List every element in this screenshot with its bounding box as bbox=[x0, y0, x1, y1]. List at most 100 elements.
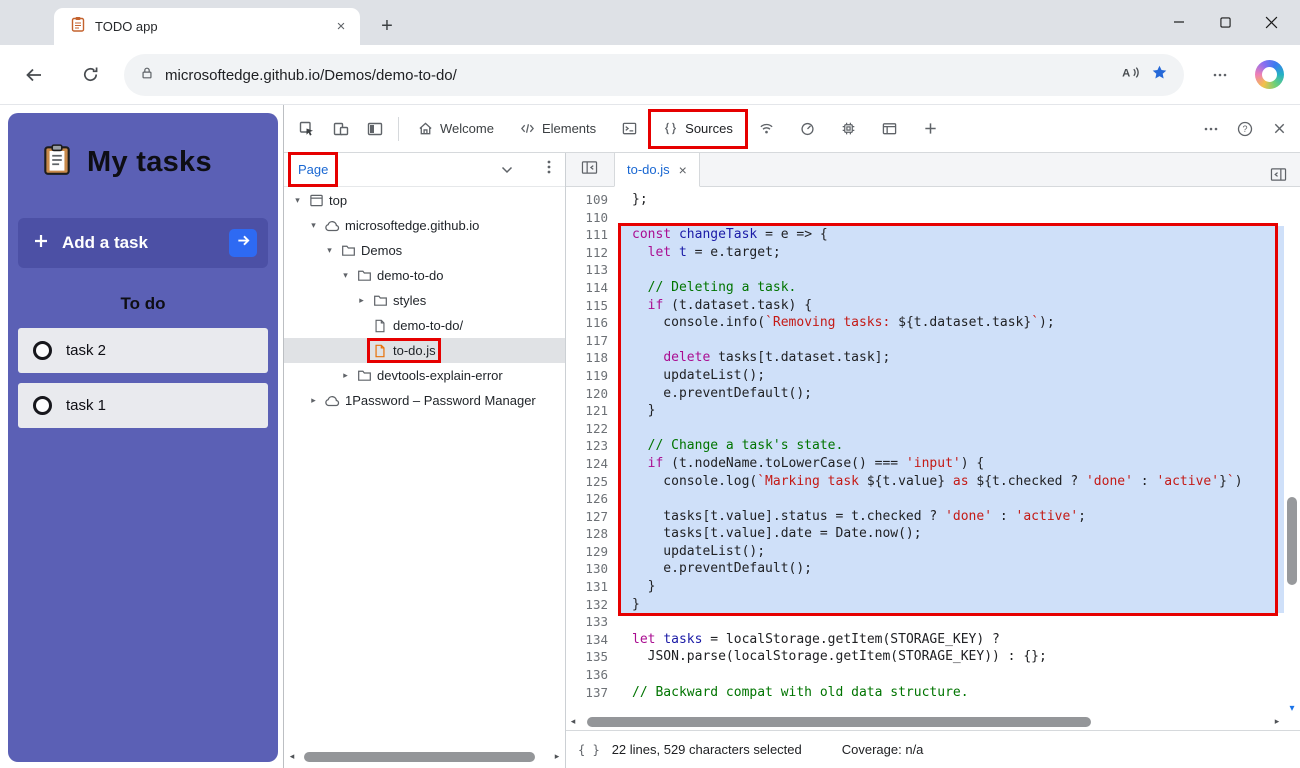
scroll-right-icon[interactable]: ▸ bbox=[552, 752, 562, 762]
chevron-down-icon[interactable] bbox=[501, 166, 513, 174]
kebab-menu-icon[interactable] bbox=[547, 159, 551, 180]
scrollbar-thumb[interactable] bbox=[587, 717, 1091, 727]
code-text[interactable]: } bbox=[620, 596, 1284, 614]
code-text[interactable] bbox=[620, 261, 1284, 279]
code-text[interactable]: let t = e.target; bbox=[620, 244, 1284, 262]
favorite-star-icon[interactable] bbox=[1151, 64, 1168, 86]
line-number[interactable]: 109 bbox=[566, 191, 620, 209]
refresh-icon[interactable] bbox=[81, 65, 100, 89]
copilot-icon[interactable] bbox=[1255, 60, 1284, 89]
code-text[interactable]: tasks[t.value].date = Date.now(); bbox=[620, 525, 1284, 543]
tab-memory[interactable] bbox=[828, 105, 869, 153]
settings-more-icon[interactable] bbox=[1212, 67, 1228, 88]
line-number[interactable]: 128 bbox=[566, 525, 620, 543]
close-devtools-button[interactable] bbox=[1262, 112, 1296, 146]
navigator-horizontal-scrollbar[interactable]: ◂ ▸ bbox=[287, 749, 562, 765]
new-tab-button[interactable]: + bbox=[372, 11, 402, 41]
expander-closed-icon[interactable]: ▸ bbox=[356, 296, 367, 306]
line-number[interactable]: 124 bbox=[566, 455, 620, 473]
code-text[interactable]: console.log(`Marking task ${t.value} as … bbox=[620, 473, 1284, 491]
code-text[interactable] bbox=[620, 613, 1284, 631]
code-text[interactable]: // Deleting a task. bbox=[620, 279, 1284, 297]
tab-sources[interactable]: Sources bbox=[650, 105, 746, 153]
scroll-down-icon[interactable]: ▾ bbox=[1284, 703, 1300, 714]
minimize-button[interactable] bbox=[1156, 0, 1202, 44]
browser-tab[interactable]: TODO app × bbox=[54, 8, 360, 45]
back-icon[interactable] bbox=[24, 65, 44, 90]
code-text[interactable] bbox=[620, 490, 1284, 508]
tab-more-tabs[interactable] bbox=[910, 105, 951, 153]
editor-horizontal-scrollbar[interactable]: ◂ ▸ bbox=[568, 714, 1282, 730]
tree-item-devtools-explain-error[interactable]: ▸devtools-explain-error bbox=[284, 363, 565, 388]
editor-vertical-scrollbar[interactable]: ▾ bbox=[1284, 187, 1300, 714]
scrollbar-thumb[interactable] bbox=[1287, 497, 1297, 585]
inspect-button[interactable] bbox=[290, 112, 324, 146]
scroll-left-icon[interactable]: ◂ bbox=[287, 752, 297, 762]
line-number[interactable]: 119 bbox=[566, 367, 620, 385]
tree-item-top[interactable]: ▾top bbox=[284, 188, 565, 213]
line-number[interactable]: 133 bbox=[566, 613, 620, 631]
line-number[interactable]: 132 bbox=[566, 596, 620, 614]
add-task-submit-button[interactable] bbox=[229, 229, 257, 257]
expander-closed-icon[interactable]: ▸ bbox=[308, 396, 319, 406]
editor-tab-to-do-js[interactable]: to-do.js × bbox=[614, 153, 700, 187]
line-number[interactable]: 115 bbox=[566, 297, 620, 315]
tree-item-demo-to-do[interactable]: ▾demo-to-do bbox=[284, 263, 565, 288]
line-number[interactable]: 123 bbox=[566, 437, 620, 455]
add-task-row[interactable]: Add a task bbox=[18, 218, 268, 268]
line-number[interactable]: 135 bbox=[566, 648, 620, 666]
code-text[interactable]: e.preventDefault(); bbox=[620, 560, 1284, 578]
line-number[interactable]: 110 bbox=[566, 209, 620, 227]
code-text[interactable]: } bbox=[620, 578, 1284, 596]
expander-open-icon[interactable]: ▾ bbox=[308, 221, 319, 231]
close-window-button[interactable] bbox=[1248, 0, 1294, 44]
task-item[interactable]: task 1 bbox=[18, 383, 268, 428]
code-text[interactable]: tasks[t.value].status = t.checked ? 'don… bbox=[620, 508, 1284, 526]
code-text[interactable]: // Backward compat with old data structu… bbox=[620, 684, 1284, 702]
maximize-button[interactable] bbox=[1202, 0, 1248, 44]
expander-closed-icon[interactable]: ▸ bbox=[340, 371, 351, 381]
code-text[interactable] bbox=[620, 209, 1284, 227]
expander-open-icon[interactable]: ▾ bbox=[324, 246, 335, 256]
code-text[interactable]: const changeTask = e => { bbox=[620, 226, 1284, 244]
line-number[interactable]: 134 bbox=[566, 631, 620, 649]
task-checkbox[interactable] bbox=[33, 396, 52, 415]
tree-item-microsoftedge-github-io[interactable]: ▾microsoftedge.github.io bbox=[284, 213, 565, 238]
code-text[interactable]: // Change a task's state. bbox=[620, 437, 1284, 455]
tree-item-demo-to-do[interactable]: demo-to-do/ bbox=[284, 313, 565, 338]
scrollbar-thumb[interactable] bbox=[304, 752, 535, 762]
line-number[interactable]: 136 bbox=[566, 666, 620, 684]
expander-open-icon[interactable]: ▾ bbox=[340, 271, 351, 281]
line-number[interactable]: 129 bbox=[566, 543, 620, 561]
code-text[interactable]: updateList(); bbox=[620, 543, 1284, 561]
code-editor[interactable]: 109};110111const changeTask = e => {112 … bbox=[566, 187, 1284, 714]
tab-network[interactable] bbox=[746, 105, 787, 153]
navigator-tab-page[interactable]: Page bbox=[298, 162, 328, 177]
site-info-icon[interactable] bbox=[140, 66, 154, 85]
line-number[interactable]: 131 bbox=[566, 578, 620, 596]
tree-item-1password-password-manager[interactable]: ▸1Password – Password Manager bbox=[284, 388, 565, 413]
scroll-right-icon[interactable]: ▸ bbox=[1272, 717, 1282, 727]
line-number[interactable]: 118 bbox=[566, 349, 620, 367]
line-number[interactable]: 127 bbox=[566, 508, 620, 526]
device-emulation-button[interactable] bbox=[324, 112, 358, 146]
code-text[interactable]: JSON.parse(localStorage.getItem(STORAGE_… bbox=[620, 648, 1284, 666]
tab-welcome[interactable]: Welcome bbox=[405, 105, 507, 153]
more-button[interactable] bbox=[1194, 112, 1228, 146]
line-number[interactable]: 130 bbox=[566, 560, 620, 578]
line-number[interactable]: 126 bbox=[566, 490, 620, 508]
read-aloud-icon[interactable]: A bbox=[1121, 65, 1140, 85]
code-text[interactable]: }; bbox=[620, 191, 1284, 209]
tab-console-drawer[interactable] bbox=[609, 105, 650, 153]
scroll-left-icon[interactable]: ◂ bbox=[568, 717, 578, 727]
line-number[interactable]: 114 bbox=[566, 279, 620, 297]
hide-navigator-button[interactable] bbox=[572, 153, 606, 187]
line-number[interactable]: 121 bbox=[566, 402, 620, 420]
tab-elements[interactable]: Elements bbox=[507, 105, 609, 153]
tree-item-styles[interactable]: ▸styles bbox=[284, 288, 565, 313]
code-text[interactable]: e.preventDefault(); bbox=[620, 385, 1284, 403]
line-number[interactable]: 122 bbox=[566, 420, 620, 438]
line-number[interactable]: 117 bbox=[566, 332, 620, 350]
line-number[interactable]: 112 bbox=[566, 244, 620, 262]
code-text[interactable]: updateList(); bbox=[620, 367, 1284, 385]
